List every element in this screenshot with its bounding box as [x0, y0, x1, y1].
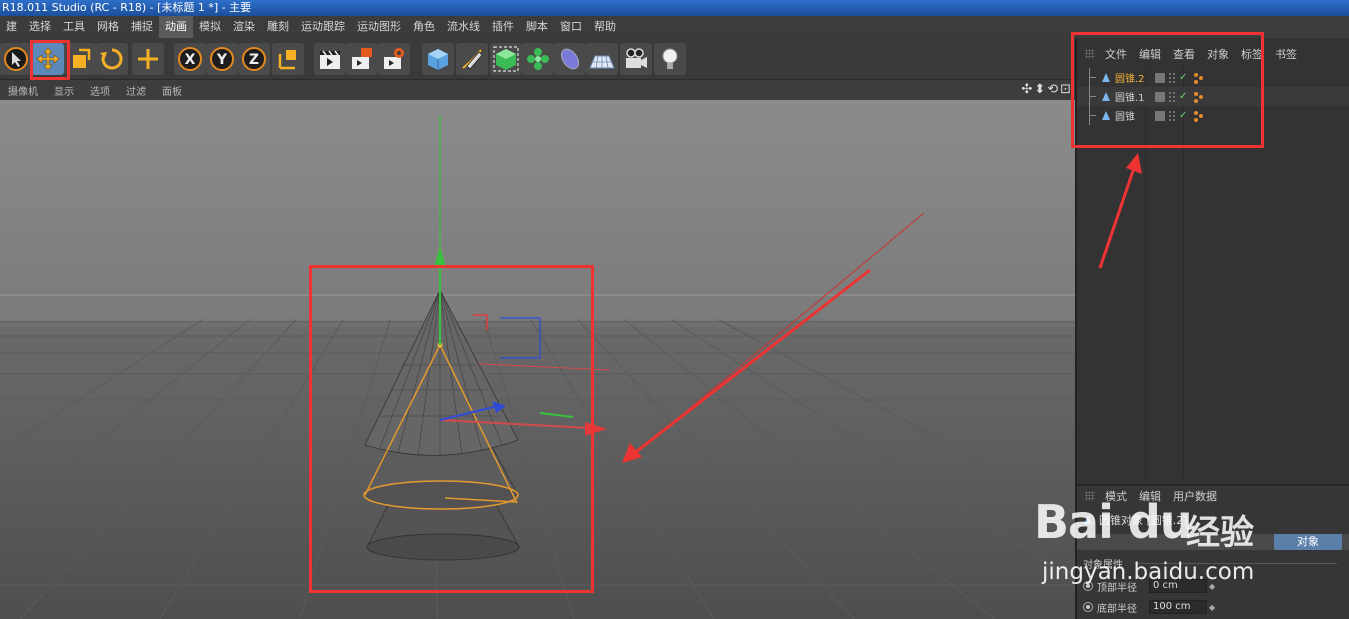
light-icon[interactable] — [654, 43, 686, 75]
cube-icon[interactable] — [422, 43, 454, 75]
annotation-arrow-viewport — [622, 268, 871, 463]
tab-object[interactable]: 对象 — [1274, 534, 1342, 550]
menu-select[interactable]: 选择 — [23, 16, 57, 38]
add-move-icon[interactable] — [132, 43, 164, 75]
watermark-logo: Bai du — [1034, 495, 1193, 549]
menu-simulate[interactable]: 模拟 — [193, 16, 227, 38]
baidu-watermark: Bai du 经验 jingyan.baidu.com — [1034, 495, 1284, 605]
menu-snap[interactable]: 捕捉 — [125, 16, 159, 38]
menu-create[interactable]: 建 — [0, 16, 23, 38]
y-axis-letter: Y — [216, 52, 228, 68]
subdivision-icon[interactable] — [490, 43, 522, 75]
viewport-menu-panel[interactable]: 面板 — [154, 83, 190, 98]
render-view-icon[interactable] — [314, 43, 346, 75]
annotation-box-object-list — [1071, 32, 1264, 148]
menu-help[interactable]: 帮助 — [588, 16, 622, 38]
menu-mograph[interactable]: 运动图形 — [351, 16, 407, 38]
menu-sculpt[interactable]: 雕刻 — [261, 16, 295, 38]
viewport-menu-filter[interactable]: 过滤 — [118, 83, 154, 98]
rotate-icon[interactable] — [96, 43, 128, 75]
annotation-arrow-object-list — [1098, 153, 1142, 269]
y-axis-lock-icon[interactable]: Y — [206, 43, 238, 75]
render-settings-icon[interactable] — [378, 43, 410, 75]
select-arrow-icon[interactable] — [0, 43, 32, 75]
menu-window[interactable]: 窗口 — [554, 16, 588, 38]
render-picture-viewer-icon[interactable] — [346, 43, 378, 75]
deformer-icon[interactable] — [554, 43, 586, 75]
window-title-bar: R18.011 Studio (RC - R18) - [未标题 1 *] - … — [0, 0, 1349, 16]
menu-tools[interactable]: 工具 — [57, 16, 91, 38]
annotation-box-cones — [309, 265, 594, 593]
z-axis-lock-icon[interactable]: Z — [238, 43, 270, 75]
z-axis-letter: Z — [249, 52, 259, 68]
floor-icon[interactable] — [586, 43, 618, 75]
viewport-nav-icons[interactable]: ✣⬍⟲⊡ — [1021, 82, 1073, 97]
om-menu-bookmarks[interactable]: 书签 — [1269, 46, 1303, 62]
menu-render[interactable]: 渲染 — [227, 16, 261, 38]
viewport-menu-bar: 摄像机 显示 选项 过滤 面板 ✣⬍⟲⊡ — [0, 80, 1075, 100]
coordinate-system-icon[interactable] — [272, 43, 304, 75]
annotation-box-move-tool — [30, 40, 70, 80]
menu-character[interactable]: 角色 — [407, 16, 441, 38]
window-title: R18.011 Studio (RC - R18) - [未标题 1 *] - … — [2, 1, 252, 14]
x-axis-lock-icon[interactable]: X — [174, 43, 206, 75]
cloner-icon[interactable] — [522, 43, 554, 75]
menu-motion-tracking[interactable]: 运动跟踪 — [295, 16, 351, 38]
menu-mesh[interactable]: 网格 — [91, 16, 125, 38]
menu-plugins[interactable]: 插件 — [486, 16, 520, 38]
menu-script[interactable]: 脚本 — [520, 16, 554, 38]
menu-pipeline[interactable]: 流水线 — [441, 16, 486, 38]
watermark-title: 经验 — [1186, 513, 1254, 553]
main-toolbar: X Y Z — [0, 38, 1075, 80]
camera-icon[interactable] — [620, 43, 652, 75]
viewport-menu-display[interactable]: 显示 — [46, 83, 82, 98]
pen-icon[interactable] — [456, 43, 488, 75]
menu-animate[interactable]: 动画 — [159, 16, 193, 38]
watermark-url: jingyan.baidu.com — [1042, 559, 1255, 585]
x-axis-letter: X — [185, 52, 196, 68]
viewport-menu-camera[interactable]: 摄像机 — [0, 83, 46, 98]
viewport-menu-options[interactable]: 选项 — [82, 83, 118, 98]
